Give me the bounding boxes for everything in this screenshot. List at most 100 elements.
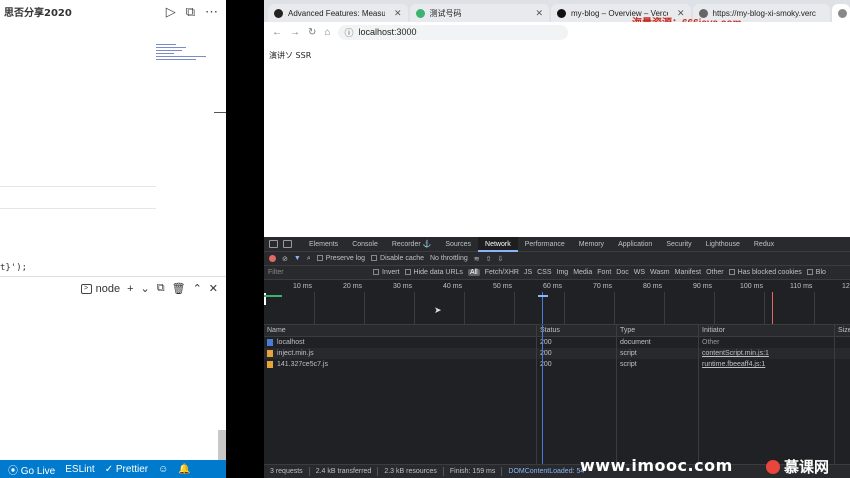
- inspect-icon[interactable]: [269, 240, 278, 248]
- tab-console[interactable]: Console: [345, 237, 385, 252]
- filter-type-wasm[interactable]: Wasm: [650, 269, 670, 276]
- requests-count: 3 requests: [270, 468, 303, 475]
- disable-cache-checkbox[interactable]: Disable cache: [371, 255, 424, 262]
- preserve-log-checkbox[interactable]: Preserve log: [316, 255, 365, 262]
- trash-icon[interactable]: 🗑: [172, 282, 186, 295]
- initiator-link[interactable]: contentScript.min.js:1: [698, 348, 834, 359]
- feedback-icon[interactable]: ☺: [158, 464, 168, 475]
- timeline-bar: [264, 295, 282, 297]
- tab-elements[interactable]: Elements: [302, 237, 345, 252]
- filter-type-doc[interactable]: Doc: [616, 269, 628, 276]
- scrollbar[interactable]: [218, 430, 226, 460]
- table-row[interactable]: 141.327ce5c7.js 200 script runtime.fbeea…: [264, 359, 850, 370]
- col-type[interactable]: Type: [616, 325, 698, 337]
- filter-type-css[interactable]: CSS: [537, 269, 551, 276]
- forward-icon[interactable]: →: [290, 27, 300, 38]
- editor-divider: [0, 208, 156, 209]
- invert-checkbox[interactable]: Invert: [373, 269, 400, 276]
- url-text: localhost:3000: [358, 27, 417, 37]
- go-live-button[interactable]: ⦿ Go Live: [8, 462, 55, 477]
- col-initiator[interactable]: Initiator: [698, 325, 834, 337]
- timeline-tick: 30 ms: [393, 283, 413, 290]
- chevron-down-icon[interactable]: ⌄: [141, 282, 150, 295]
- timeline-bar: [538, 295, 548, 297]
- filter-type-fetch[interactable]: Fetch/XHR: [485, 269, 519, 276]
- upload-icon[interactable]: ⇧: [486, 255, 492, 263]
- status-bar: ⦿ Go Live ESLint ✓ Prettier ☺ 🔔: [0, 460, 226, 478]
- timeline-tick: 110 ms: [790, 283, 813, 290]
- filter-type-ws[interactable]: WS: [634, 269, 645, 276]
- address-bar[interactable]: ⓘ localhost:3000: [338, 24, 569, 40]
- browser-tab-active[interactable]: [832, 4, 850, 22]
- document-icon: [267, 338, 273, 346]
- filter-type-media[interactable]: Media: [573, 269, 592, 276]
- filter-type-js[interactable]: JS: [524, 269, 532, 276]
- filter-type-all[interactable]: All: [467, 269, 480, 276]
- script-icon: [267, 360, 273, 368]
- filter-type-font[interactable]: Font: [597, 269, 611, 276]
- tab-recorder[interactable]: Recorder ⚓: [385, 237, 438, 252]
- col-name[interactable]: Name: [264, 325, 536, 337]
- clear-icon[interactable]: ⊘: [282, 255, 288, 263]
- tab-performance[interactable]: Performance: [518, 237, 572, 252]
- blocked-cookies-checkbox[interactable]: Has blocked cookies: [728, 269, 802, 276]
- network-overview[interactable]: 10 ms 20 ms 30 ms 40 ms 50 ms 60 ms 70 m…: [264, 280, 850, 325]
- sash[interactable]: [214, 112, 226, 113]
- chevron-up-icon[interactable]: ⌃: [193, 282, 202, 295]
- record-icon[interactable]: [269, 255, 276, 262]
- plus-icon[interactable]: +: [127, 283, 133, 295]
- tab-sources[interactable]: Sources: [438, 237, 478, 252]
- home-icon[interactable]: ⌂: [324, 27, 330, 38]
- minimap[interactable]: [156, 42, 216, 62]
- eslint-button[interactable]: ESLint: [65, 464, 94, 475]
- transferred-size: 2.4 kB transferred: [315, 468, 372, 475]
- request-table: localhost 200 document Other inject.min.…: [264, 337, 850, 464]
- col-status[interactable]: Status: [536, 325, 616, 337]
- download-icon[interactable]: ⇩: [498, 255, 504, 263]
- split-terminal-icon[interactable]: ⧉: [157, 282, 165, 295]
- tab-lighthouse[interactable]: Lighthouse: [699, 237, 747, 252]
- close-icon[interactable]: ✕: [209, 282, 218, 295]
- network-summary: 3 requests 2.4 kB transferred 2.3 kB res…: [264, 464, 850, 478]
- split-editor-icon[interactable]: ⧉: [186, 4, 195, 20]
- tab-security[interactable]: Security: [659, 237, 698, 252]
- filter-type-img[interactable]: Img: [557, 269, 569, 276]
- throttling-select[interactable]: No throttling: [430, 255, 468, 262]
- tab-favicon-icon: [274, 8, 283, 18]
- filter-input[interactable]: Filter: [268, 269, 368, 276]
- tab-application[interactable]: Application: [611, 237, 659, 252]
- devtools: Elements Console Recorder ⚓ Sources Netw…: [264, 236, 850, 478]
- close-tab-icon[interactable]: ✕: [535, 8, 543, 19]
- run-icon[interactable]: ▷: [166, 4, 176, 20]
- tab-redux[interactable]: Redux: [747, 237, 781, 252]
- table-row[interactable]: localhost 200 document Other: [264, 337, 850, 348]
- tab-network[interactable]: Network: [478, 236, 518, 252]
- reload-icon[interactable]: ↻: [308, 27, 316, 38]
- blocked-requests-checkbox[interactable]: Blo: [806, 269, 826, 276]
- tab-favicon-icon: [557, 8, 566, 18]
- more-icon[interactable]: ⋯: [205, 4, 218, 20]
- close-tab-icon[interactable]: ✕: [394, 8, 402, 19]
- browser-window: Advanced Features: Measuring ✕ 测试号码 ✕ my…: [264, 0, 850, 478]
- prettier-button[interactable]: ✓ Prettier: [105, 464, 148, 475]
- tab-memory[interactable]: Memory: [572, 237, 611, 252]
- filter-type-other[interactable]: Other: [706, 269, 724, 276]
- filter-type-manifest[interactable]: Manifest: [675, 269, 701, 276]
- device-toolbar-icon[interactable]: [283, 240, 292, 248]
- tab-favicon-icon: [838, 8, 848, 18]
- bell-icon[interactable]: 🔔: [178, 464, 190, 475]
- timeline-tick: 10 ms: [293, 283, 313, 290]
- script-icon: [267, 349, 273, 357]
- table-row[interactable]: inject.min.js 200 script contentScript.m…: [264, 348, 850, 359]
- initiator-link[interactable]: runtime.fbeeaff4.js:1: [698, 359, 834, 370]
- search-icon[interactable]: ⌕: [307, 255, 311, 263]
- terminal-shell-selector[interactable]: > node: [80, 283, 120, 295]
- filter-icon[interactable]: ▼: [294, 255, 301, 262]
- wifi-icon[interactable]: ≋: [474, 255, 480, 263]
- hide-data-urls-checkbox[interactable]: Hide data URLs: [404, 269, 463, 276]
- mouse-cursor-icon: ➤: [434, 305, 442, 315]
- browser-tab[interactable]: 测试号码 ✕: [409, 4, 549, 22]
- back-icon[interactable]: ←: [272, 27, 282, 38]
- col-size[interactable]: Size: [834, 325, 850, 337]
- browser-tab[interactable]: Advanced Features: Measuring ✕: [268, 4, 408, 22]
